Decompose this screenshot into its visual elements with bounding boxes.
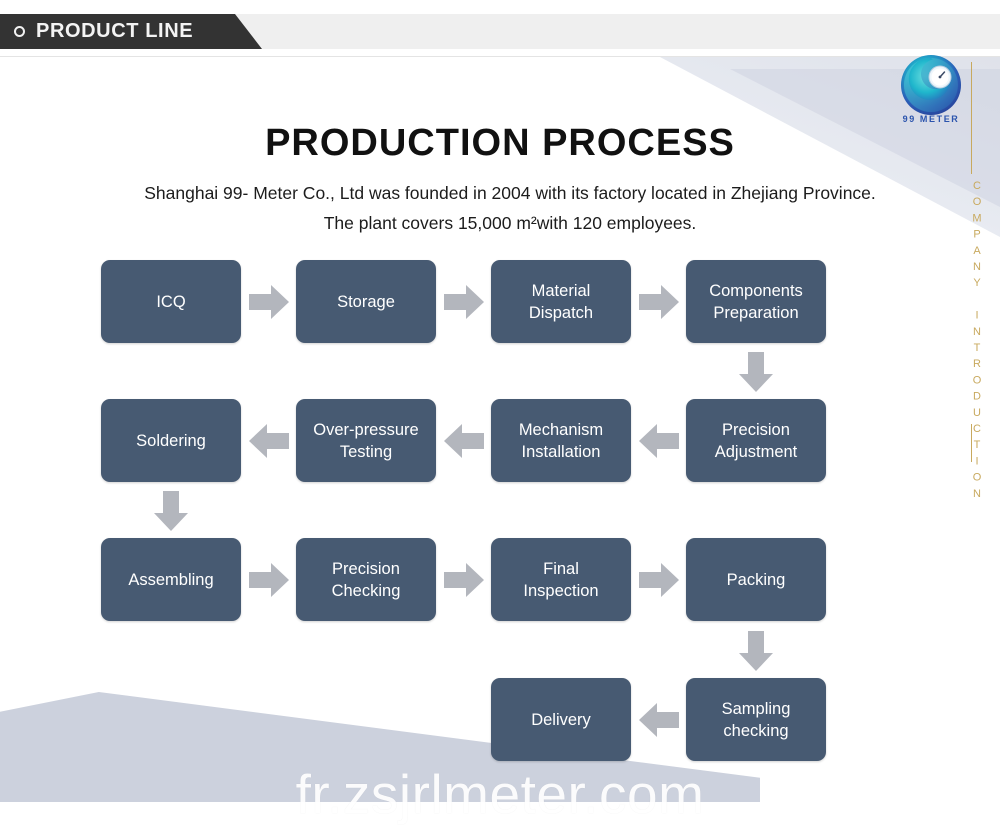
process-node-components-preparation[interactable]: Components Preparation: [686, 260, 826, 343]
process-node-label: ICQ: [156, 292, 186, 311]
flow-arrow-sampling-checking-to-delivery: [639, 703, 679, 737]
process-node-label: Soldering: [136, 431, 206, 450]
flow-arrow-storage-to-material-dispatch: [444, 285, 484, 319]
process-node-label: Mechanism Installation: [518, 420, 604, 461]
flow-arrow-soldering-to-assembling: [154, 491, 188, 531]
flow-arrow-components-to-precision-adjustment: [739, 352, 773, 392]
flow-arrow-precision-checking-to-final: [444, 563, 484, 597]
process-node-label: Storage: [337, 292, 395, 311]
process-node-label: Packing: [726, 570, 786, 589]
process-node-label: Sampling checking: [721, 699, 791, 740]
process-node-label: Components Preparation: [709, 281, 803, 322]
process-node-label: Over-pressure Testing: [313, 420, 419, 461]
process-node-over-pressure-testing[interactable]: Over-pressure Testing: [296, 399, 436, 482]
process-node-storage[interactable]: Storage: [296, 260, 436, 343]
production-process-flowchart: ICQ Storage Material Dispatch Components Prep…: [0, 0, 1000, 832]
process-node-assembling[interactable]: Assembling: [101, 538, 241, 621]
process-node-sampling-checking[interactable]: Sampling checking: [686, 678, 826, 761]
process-node-label: Material Dispatch: [528, 281, 594, 322]
process-node-packing[interactable]: Packing: [686, 538, 826, 621]
process-node-label: Precision Checking: [331, 559, 401, 600]
process-node-label: Assembling: [128, 570, 214, 589]
process-node-precision-adjustment[interactable]: Precision Adjustment: [686, 399, 826, 482]
process-node-soldering[interactable]: Soldering: [101, 399, 241, 482]
process-node-label: Delivery: [531, 710, 591, 729]
process-node-delivery[interactable]: Delivery: [491, 678, 631, 761]
process-node-label: Final Inspection: [523, 559, 599, 600]
process-node-material-dispatch[interactable]: Material Dispatch: [491, 260, 631, 343]
flow-arrow-final-to-packing: [639, 563, 679, 597]
process-node-final-inspection[interactable]: Final Inspection: [491, 538, 631, 621]
flow-arrow-precision-adjustment-to-mechanism: [639, 424, 679, 458]
flow-arrow-icq-to-storage: [249, 285, 289, 319]
process-node-icq[interactable]: ICQ: [101, 260, 241, 343]
process-node-precision-checking[interactable]: Precision Checking: [296, 538, 436, 621]
process-node-label: Precision Adjustment: [714, 420, 798, 461]
flow-arrow-assembling-to-precision-checking: [249, 563, 289, 597]
page-root: PRODUCT LINE 99 METER COMPANY INTRODUCTI…: [0, 0, 1000, 832]
flow-arrow-over-pressure-to-soldering: [249, 424, 289, 458]
flow-arrow-packing-to-sampling-checking: [739, 631, 773, 671]
flow-arrow-material-dispatch-to-components: [639, 285, 679, 319]
process-node-mechanism-installation[interactable]: Mechanism Installation: [491, 399, 631, 482]
flow-arrow-mechanism-to-over-pressure: [444, 424, 484, 458]
